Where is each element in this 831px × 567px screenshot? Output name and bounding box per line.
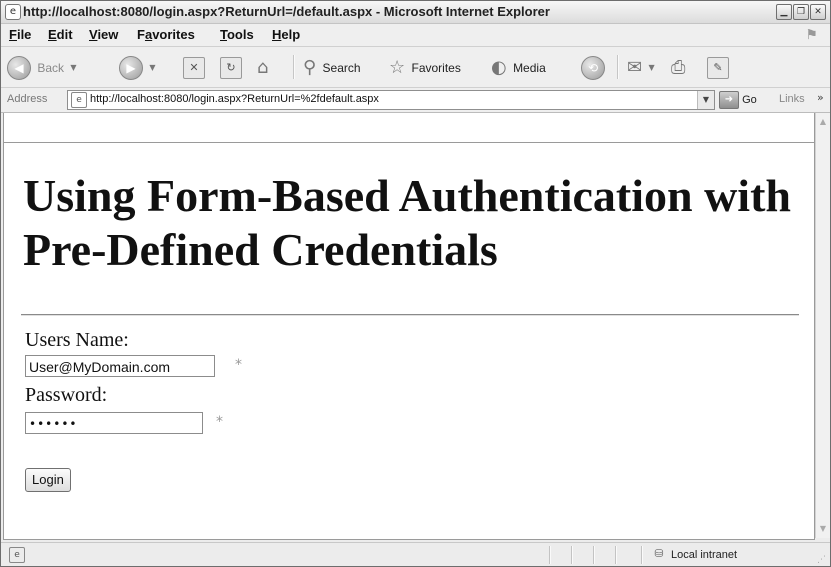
window-title: http://localhost:8080/login.aspx?ReturnU… (23, 4, 550, 19)
username-input[interactable]: User@MyDomain.com (25, 355, 215, 377)
menu-view[interactable]: View (89, 27, 118, 42)
windows-logo-icon: ⚑ (806, 27, 818, 43)
username-required-marker: * (235, 357, 242, 373)
menu-help[interactable]: Help (272, 27, 300, 42)
print-button[interactable]: ⎙ (671, 55, 685, 79)
history-icon: ⟲ (581, 55, 605, 80)
title-bar: e http://localhost:8080/login.aspx?Retur… (1, 1, 830, 24)
chevron-down-icon: ▼ (70, 62, 77, 72)
address-url: http://localhost:8080/login.aspx?ReturnU… (90, 93, 379, 105)
stop-icon: ✕ (183, 56, 205, 79)
toolbar-separator (293, 55, 295, 79)
close-icon[interactable]: ✕ (810, 4, 826, 20)
restore-icon[interactable]: ❐ (793, 4, 809, 20)
password-input[interactable]: •••••• (25, 412, 203, 434)
mail-icon: ✉ (627, 56, 643, 78)
security-zone-label: Local intranet (671, 549, 738, 561)
media-button[interactable]: ◐ Media (491, 55, 546, 79)
password-required-marker: * (216, 414, 223, 430)
media-icon: ◐ (491, 56, 507, 78)
links-label[interactable]: Links (779, 93, 805, 105)
intranet-zone-icon: ⛁ (654, 547, 664, 560)
address-dropdown-icon[interactable]: ▼ (697, 91, 714, 109)
menu-tools[interactable]: Tools (220, 27, 254, 42)
status-bar: e ⛁ Local intranet ⋰ (1, 542, 830, 566)
status-separator (549, 546, 551, 564)
toolbar: ◀ Back ▼ ▶ ▼ ✕ ↻ ⌂ ⚲ Search ☆ Favorites … (1, 47, 830, 88)
chevron-down-icon: ▼ (648, 62, 655, 72)
status-separator (615, 546, 617, 564)
page-top (3, 113, 815, 142)
go-button[interactable]: ➜ Go (719, 91, 757, 110)
page-heading: Using Form-Based Authentication with Pre… (23, 170, 791, 275)
edit-page-icon: ✎ (707, 56, 729, 79)
resize-grip-icon[interactable]: ⋰ (817, 555, 826, 565)
star-icon: ☆ (389, 56, 406, 78)
browser-window: e http://localhost:8080/login.aspx?Retur… (0, 0, 831, 567)
forward-arrow-icon: ▶ (119, 55, 143, 80)
address-bar: Address e http://localhost:8080/login.as… (1, 88, 830, 113)
toolbar-separator (617, 55, 619, 79)
login-button[interactable]: Login (25, 468, 71, 492)
home-icon: ⌂ (257, 56, 269, 78)
chevron-down-icon: ▼ (149, 62, 156, 72)
scroll-down-icon[interactable]: ▼ (816, 522, 830, 536)
printer-icon: ⎙ (671, 56, 686, 78)
menu-bar: File Edit View Favorites Tools Help ⚑ (1, 24, 830, 47)
menu-file[interactable]: File (9, 27, 31, 42)
back-button[interactable]: ◀ Back ▼ (7, 55, 77, 80)
home-button[interactable]: ⌂ (257, 55, 268, 79)
back-arrow-icon: ◀ (7, 55, 31, 80)
page-icon: e (71, 92, 87, 108)
stop-button[interactable]: ✕ (183, 55, 205, 79)
scroll-up-icon[interactable]: ▲ (816, 115, 830, 129)
refresh-icon: ↻ (220, 56, 242, 79)
search-button[interactable]: ⚲ Search (303, 55, 361, 79)
address-input[interactable]: e http://localhost:8080/login.aspx?Retur… (67, 90, 715, 110)
menu-favorites[interactable]: Favorites (137, 27, 195, 42)
forward-button[interactable]: ▶ ▼ (119, 55, 156, 80)
status-separator (593, 546, 595, 564)
refresh-button[interactable]: ↻ (220, 55, 242, 79)
history-button[interactable]: ⟲ (581, 55, 605, 80)
vertical-scrollbar[interactable]: ▲ ▼ (815, 113, 830, 538)
menu-edit[interactable]: Edit (48, 27, 73, 42)
page-status-icon: e (9, 547, 25, 563)
ie-app-icon[interactable]: e (5, 4, 21, 20)
favorites-button[interactable]: ☆ Favorites (389, 55, 461, 79)
username-label: Users Name: (25, 329, 129, 351)
go-arrow-icon: ➜ (719, 91, 739, 110)
search-icon: ⚲ (303, 56, 317, 78)
status-separator (571, 546, 573, 564)
mail-button[interactable]: ✉ ▼ (627, 55, 655, 79)
window-controls: ▁ ❐ ✕ (775, 4, 826, 22)
minimize-icon[interactable]: ▁ (776, 4, 792, 20)
status-separator (641, 546, 643, 564)
password-label: Password: (25, 384, 108, 406)
links-more-icon[interactable]: » (817, 91, 824, 104)
address-label: Address (7, 93, 48, 105)
horizontal-rule (21, 314, 799, 316)
edit-button[interactable]: ✎ (707, 55, 729, 79)
